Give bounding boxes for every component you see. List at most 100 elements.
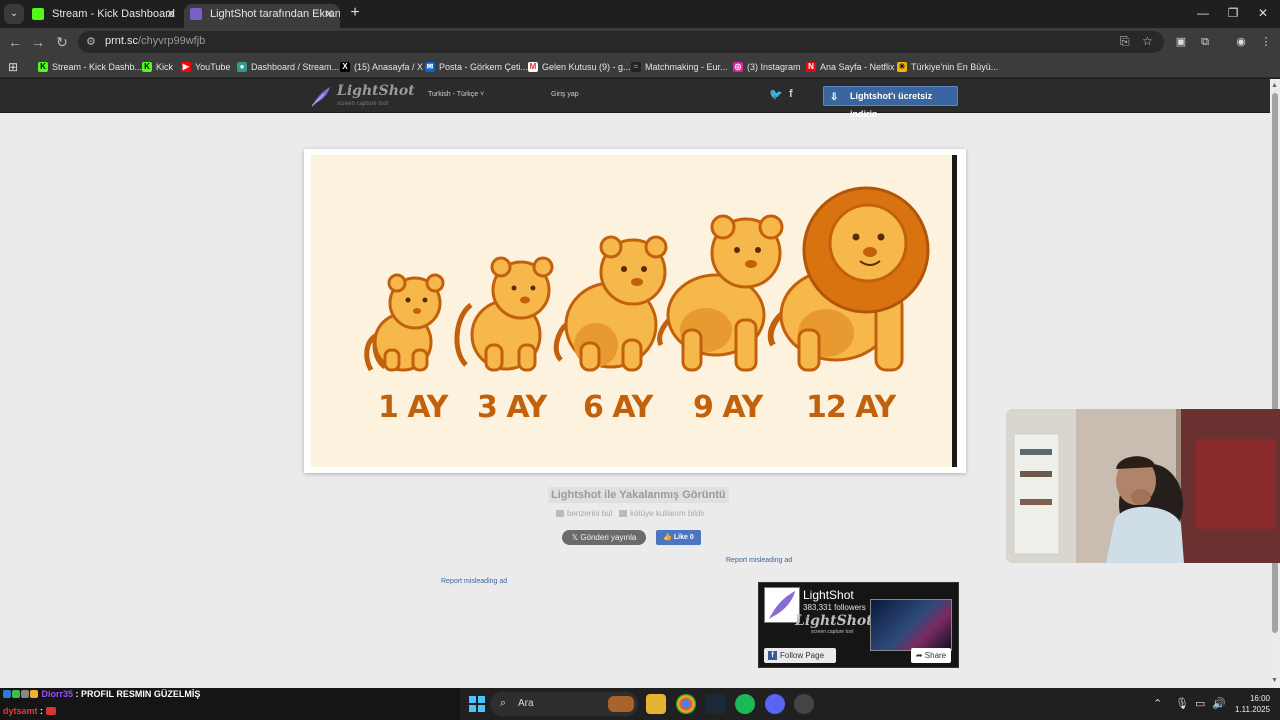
badge-icon [21, 690, 29, 698]
flag-icon [619, 510, 628, 517]
bookmark-item[interactable]: ✉ Posta - Görkem Çeti... [425, 60, 528, 74]
twitter-icon[interactable]: 🐦 [769, 88, 783, 101]
bookmark-item[interactable]: ≈ Matchmaking - Eur... [631, 60, 728, 74]
tray-chevron-icon[interactable]: ⌃ [1153, 697, 1162, 710]
chat-text: : [40, 706, 44, 716]
bookmark-item[interactable]: ☀ Türkiye'nin En Büyü... [897, 60, 998, 74]
lightshot-page: LightShot screen capture tool Turkish - … [0, 79, 1270, 688]
apps-grid-icon[interactable]: ⊞ [8, 60, 18, 74]
microphone-icon[interactable]: 🎙 [1175, 697, 1189, 710]
taskbar-search[interactable]: ⌕ Ara [490, 692, 638, 716]
scroll-up-icon[interactable]: ▲ [1271, 82, 1278, 89]
tweet-button[interactable]: 𝕏 Gönderi yayınla [562, 530, 646, 545]
app-icon[interactable] [794, 694, 814, 714]
extension-icon[interactable]: ▣ [1173, 34, 1189, 50]
back-button[interactable]: ← [6, 33, 24, 51]
webcam-feed-image [1006, 409, 1280, 563]
facebook-icon: f [768, 651, 777, 660]
facebook-page-widget[interactable]: LightShot 383,331 followers LightShot sc… [758, 582, 959, 668]
cover-image [870, 599, 952, 651]
windows-start-icon[interactable] [469, 696, 485, 712]
age-label: 1 AY [378, 390, 448, 425]
address-bar[interactable]: ⚙ prnt.sc/chyvrp99wfjb ⎘ ☆ [78, 31, 1164, 53]
tab-strip: ⌄ Stream - Kick Dashboard ✕ LightShot ta… [0, 0, 1280, 28]
report-ad-link[interactable]: Report misleading ad [441, 578, 507, 585]
follow-page-button[interactable]: f Follow Page [764, 648, 836, 663]
tab-close-icon[interactable]: ✕ [324, 4, 334, 24]
lion-cub-3-months [454, 256, 554, 372]
profile-avatar-icon[interactable]: ◉ [1233, 34, 1249, 50]
bookmark-star-icon[interactable]: ☆ [1142, 34, 1153, 48]
feather-logo-icon [768, 590, 796, 620]
badge-icon [30, 690, 38, 698]
language-selector[interactable]: Turkish - Türkçe ˅ [428, 91, 484, 98]
lightshot-header: LightShot screen capture tool Turkish - … [0, 79, 1270, 119]
spotify-icon[interactable] [735, 694, 755, 714]
camera-icon [556, 510, 564, 517]
tab-search-button[interactable]: ⌄ [4, 4, 24, 24]
chat-message: dytsamt : [3, 706, 57, 716]
bookmark-item[interactable]: ▶ YouTube [181, 60, 230, 74]
system-clock[interactable]: 16:00 1.11.2025 [1234, 693, 1270, 715]
minimize-button[interactable]: — [1188, 4, 1218, 22]
vertical-scrollbar[interactable]: ▲ ▼ [1270, 79, 1280, 688]
bookmark-item[interactable]: K Stream - Kick Dashb... [38, 60, 142, 74]
extensions-puzzle-icon[interactable]: ⧉ [1197, 34, 1213, 50]
bookmark-item[interactable]: M Gelen Kutusu (9) - g... [528, 60, 631, 74]
display-icon[interactable]: ▭ [1195, 697, 1205, 710]
image-actions: benzerini bul kötüye kullanım bildir [556, 509, 705, 518]
file-explorer-icon[interactable] [646, 694, 666, 714]
tab-kick-dashboard[interactable]: Stream - Kick Dashboard ✕ [26, 4, 182, 28]
chat-username: Diorr35 [41, 689, 74, 699]
adult-lion-12-months [767, 186, 930, 372]
report-ad-link[interactable]: Report misleading ad [726, 557, 792, 564]
lion-cub-9-months [657, 214, 784, 372]
tab-close-icon[interactable]: ✕ [166, 4, 176, 24]
close-window-button[interactable]: ✕ [1248, 4, 1278, 22]
screenshot-image[interactable]: 1 AY 3 AY 6 AY 9 AY 12 AY [311, 155, 957, 467]
login-link[interactable]: Giriş yap [551, 91, 579, 98]
download-button[interactable]: ⇩ Lightshot'ı ücretsiz indirin [823, 86, 958, 119]
facebook-icon[interactable]: f [789, 88, 793, 100]
chat-message: Diorr35 : PROFIL RESMIN GÜZELMİŞ [3, 689, 200, 699]
age-label: 6 AY [583, 390, 653, 425]
find-similar-link[interactable]: benzerini bul [556, 509, 612, 518]
scroll-down-icon[interactable]: ▼ [1271, 677, 1278, 684]
facebook-like-button[interactable]: 👍 Like 0 [656, 530, 701, 545]
screenshot-edge-bar [952, 155, 957, 467]
volume-icon[interactable]: 🔊 [1212, 697, 1226, 710]
bookmark-item[interactable]: K Kick [142, 60, 173, 74]
page-name[interactable]: LightShot [803, 588, 854, 602]
discord-icon[interactable] [765, 694, 785, 714]
age-label: 12 AY [806, 390, 896, 425]
kick-favicon-icon [32, 8, 44, 20]
bookmark-item[interactable]: N Ana Sayfa - Netflix [806, 60, 895, 74]
bookmark-item[interactable]: X (15) Anasayfa / X [340, 60, 423, 74]
new-tab-button[interactable]: + [346, 4, 364, 22]
lion-cub-6-months [553, 235, 668, 372]
bookmarks-bar: ⊞ K Stream - Kick Dashb... K Kick ▶ YouTube… [0, 56, 1280, 78]
chrome-icon[interactable] [676, 694, 696, 714]
download-icon: ⇩ [830, 92, 839, 103]
install-app-icon[interactable]: ⎘ [1120, 34, 1130, 49]
lightshot-logo[interactable]: LightShot screen capture tool [310, 83, 420, 109]
tab-lightshot[interactable]: LightShot tarafından Ekran Görü ✕ [184, 4, 340, 28]
reload-button[interactable]: ↻ [53, 33, 71, 51]
webcam-overlay [1006, 409, 1280, 563]
bookmark-item[interactable]: ◎ (3) Instagram [733, 60, 801, 74]
age-label: 9 AY [693, 390, 763, 425]
clock-time: 16:00 [1249, 694, 1270, 703]
lightshot-favicon-icon [190, 8, 202, 20]
forward-button[interactable]: → [29, 33, 47, 51]
site-info-icon[interactable]: ⚙ [86, 35, 96, 48]
logo-name: LightShot [337, 83, 415, 99]
menu-kebab-icon[interactable]: ⋮ [1258, 34, 1274, 50]
bookmark-item[interactable]: ● Dashboard / Stream... [237, 60, 339, 74]
stream-chat-overlay: Diorr35 : PROFIL RESMIN GÜZELMİŞ dytsamt… [0, 688, 460, 720]
screenshot-frame: 1 AY 3 AY 6 AY 9 AY 12 AY [304, 149, 966, 473]
share-button[interactable]: ➦ Share [911, 648, 951, 663]
steam-icon[interactable] [705, 694, 725, 714]
restore-button[interactable]: ❐ [1218, 4, 1248, 22]
followers-count: 383,331 followers [803, 603, 866, 612]
report-abuse-link[interactable]: kötüye kullanım bildir [619, 509, 705, 518]
